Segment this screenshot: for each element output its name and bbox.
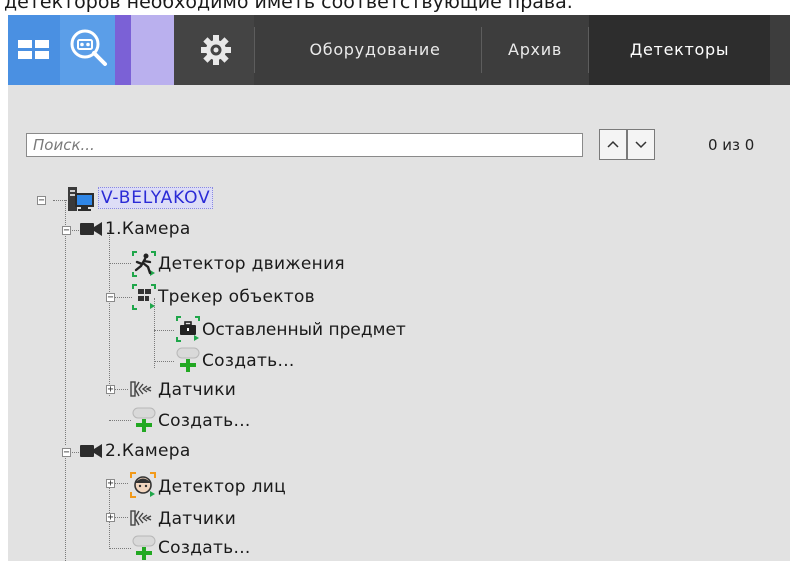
sensors-icon [130,510,152,526]
object-tracker-icon [132,284,156,310]
tree-connector [109,230,110,396]
collapse-toggle[interactable]: − [106,293,115,303]
expand-toggle[interactable]: + [106,479,115,489]
tree-connector [65,200,66,445]
sensors-icon [130,381,152,397]
tree-connector [154,361,174,362]
detectors-tree: − − − + − + + V-BELYAKOV 1.Камера Детект… [8,15,790,561]
tree-connector [154,330,174,331]
tree-node-label: V-BELYAKOV [98,187,214,209]
tree-connector [114,389,128,390]
app-window: Оборудование Архив Детекторы 0 из 0 [8,15,790,561]
instruction-caption: детекторов необходимо иметь соответствую… [4,0,573,13]
camera-icon [80,222,102,236]
create-plus-icon [176,347,200,372]
tree-node-label: Создать... [158,411,251,431]
server-computer-icon [68,187,94,211]
tree-connector [65,453,66,561]
collapse-toggle[interactable]: − [37,196,46,206]
camera-icon [80,444,102,458]
create-plus-icon [132,407,156,432]
tree-node-label: Датчики [158,380,237,400]
expand-toggle[interactable]: + [106,513,115,523]
tree-node-label: Детектор лиц [158,477,286,497]
tree-node-label: Трекер объектов [158,287,316,307]
collapse-toggle[interactable]: − [62,448,71,458]
create-plus-icon [132,535,156,560]
face-detector-icon [130,472,156,498]
tree-node-label: 2.Камера [105,441,191,461]
abandoned-object-icon [176,316,200,342]
collapse-toggle[interactable]: − [62,226,71,236]
tree-node-label: Создать... [158,538,251,558]
tree-connector [53,200,67,201]
motion-detector-icon [132,251,156,277]
tree-connector [109,263,131,264]
tree-connector [114,297,132,298]
tree-connector [109,420,131,421]
tree-node-label: Создать... [202,351,295,371]
tree-connector [114,517,128,518]
tree-node-label: Датчики [158,509,237,529]
tree-node-label: Детектор движения [158,254,345,274]
tree-connector [114,483,128,484]
tree-connector [109,548,131,549]
expand-toggle[interactable]: + [106,385,115,395]
tree-node-label: 1.Камера [105,219,191,239]
tree-node-label: Оставленный предмет [202,320,406,340]
